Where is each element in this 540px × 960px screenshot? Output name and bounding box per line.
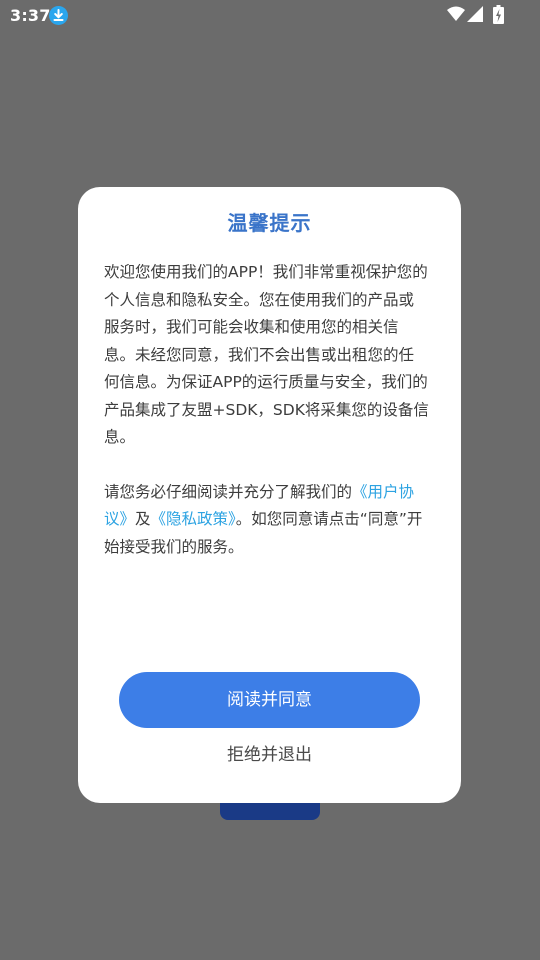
privacy-policy-link[interactable]: 《隐私政策》	[151, 510, 236, 528]
dialog-body: 欢迎您使用我们的APP！我们非常重视保护您的个人信息和隐私安全。您在使用我们的产…	[104, 259, 429, 561]
privacy-dialog: 温馨提示 欢迎您使用我们的APP！我们非常重视保护您的个人信息和隐私安全。您在使…	[78, 187, 461, 803]
and-text: 及	[135, 510, 151, 528]
reject-exit-button[interactable]: 拒绝并退出	[78, 743, 461, 767]
status-time: 3:37	[10, 6, 51, 25]
battery-charging-icon	[493, 5, 504, 24]
dialog-title: 温馨提示	[227, 211, 312, 235]
intro-paragraph: 欢迎您使用我们的APP！我们非常重视保护您的个人信息和隐私安全。您在使用我们的产…	[104, 263, 429, 446]
consent-paragraph: 请您务必仔细阅读并充分了解我们的《用户协议》及《隐私政策》。如您同意请点击“同意…	[104, 479, 429, 562]
signal-icon	[467, 6, 483, 22]
status-bar: 3:37	[0, 0, 540, 32]
consent-prefix: 请您务必仔细阅读并充分了解我们的	[104, 482, 353, 501]
download-icon	[49, 6, 68, 25]
wifi-icon	[447, 6, 465, 21]
agree-button[interactable]: 阅读并同意	[119, 672, 420, 728]
